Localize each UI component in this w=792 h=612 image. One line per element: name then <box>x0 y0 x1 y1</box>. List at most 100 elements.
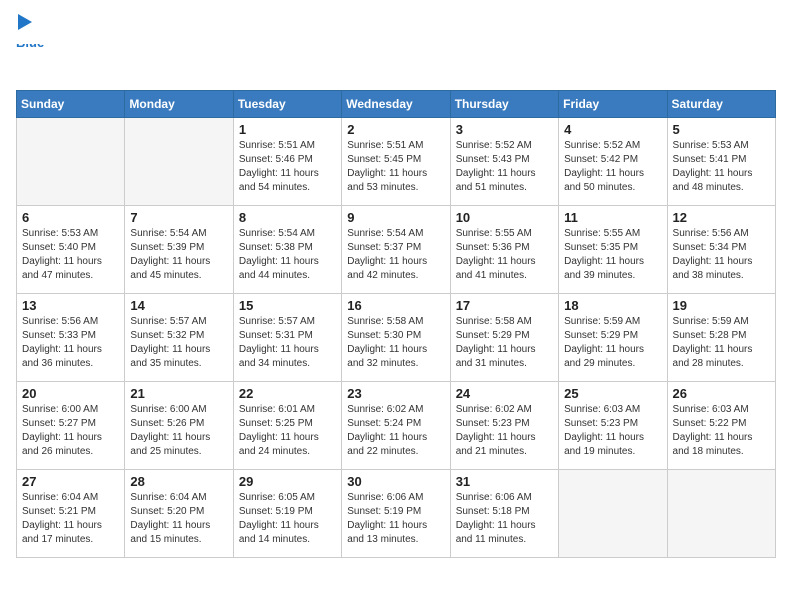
cell-info: Sunrise: 6:04 AM Sunset: 5:21 PM Dayligh… <box>22 491 119 547</box>
calendar-cell <box>559 470 667 558</box>
calendar-cell <box>667 470 775 558</box>
calendar-cell: 6Sunrise: 5:53 AM Sunset: 5:40 PM Daylig… <box>17 206 125 294</box>
day-number: 15 <box>239 298 336 313</box>
calendar-cell: 26 Sunrise: 6:03 AM Sunset: 5:22 PM Dayli… <box>667 382 775 470</box>
calendar-cell: 22Sunrise: 6:01 AM Sunset: 5:25 PM Dayli… <box>233 382 341 470</box>
cell-info: Sunrise: 5:59 AM Sunset: 5:29 PM Dayligh… <box>564 315 661 371</box>
calendar-cell: 30 Sunrise: 6:06 AM Sunset: 5:19 PM Dayli… <box>342 470 450 558</box>
day-number: 6 <box>22 210 119 225</box>
calendar-cell: 9 Sunrise: 5:54 AM Sunset: 5:37 PM Daylig… <box>342 206 450 294</box>
day-header-saturday: Saturday <box>667 91 775 118</box>
day-number: 4 <box>564 122 661 137</box>
day-number: 12 <box>673 210 770 225</box>
cell-info: Sunrise: 6:06 AM Sunset: 5:18 PM Dayligh… <box>456 491 553 547</box>
cell-info: Sunrise: 5:54 AM Sunset: 5:37 PM Dayligh… <box>347 227 444 283</box>
day-number: 18 <box>564 298 661 313</box>
calendar-cell: 29Sunrise: 6:05 AM Sunset: 5:19 PM Dayli… <box>233 470 341 558</box>
cell-info: Sunrise: 5:55 AM Sunset: 5:35 PM Dayligh… <box>564 227 661 283</box>
calendar-cell: 27 Sunrise: 6:04 AM Sunset: 5:21 PM Dayli… <box>17 470 125 558</box>
day-header-sunday: Sunday <box>17 91 125 118</box>
calendar-cell: 16 Sunrise: 5:58 AM Sunset: 5:30 PM Dayli… <box>342 294 450 382</box>
calendar-cell: 13 Sunrise: 5:56 AM Sunset: 5:33 PM Dayli… <box>17 294 125 382</box>
day-number: 10 <box>456 210 553 225</box>
cell-info: Sunrise: 5:59 AM Sunset: 5:28 PM Dayligh… <box>673 315 770 371</box>
cell-info: Sunrise: 6:01 AM Sunset: 5:25 PM Dayligh… <box>239 403 336 459</box>
cell-info: Sunrise: 6:00 AM Sunset: 5:26 PM Dayligh… <box>130 403 227 459</box>
day-header-monday: Monday <box>125 91 233 118</box>
calendar-cell: 2 Sunrise: 5:51 AM Sunset: 5:45 PM Daylig… <box>342 118 450 206</box>
day-number: 13 <box>22 298 119 313</box>
calendar-cell: 25 Sunrise: 6:03 AM Sunset: 5:23 PM Dayli… <box>559 382 667 470</box>
day-number: 29 <box>239 474 336 489</box>
calendar-cell: 8 Sunrise: 5:54 AM Sunset: 5:38 PM Daylig… <box>233 206 341 294</box>
calendar-cell: 17 Sunrise: 5:58 AM Sunset: 5:29 PM Dayli… <box>450 294 558 382</box>
day-number: 1 <box>239 122 336 137</box>
day-number: 20 <box>22 386 119 401</box>
cell-info: Sunrise: 6:00 AM Sunset: 5:27 PM Dayligh… <box>22 403 119 459</box>
calendar-cell: 28 Sunrise: 6:04 AM Sunset: 5:20 PM Dayli… <box>125 470 233 558</box>
week-row-4: 20 Sunrise: 6:00 AM Sunset: 5:27 PM Dayli… <box>17 382 776 470</box>
day-header-friday: Friday <box>559 91 667 118</box>
day-number: 30 <box>347 474 444 489</box>
calendar-cell: 31Sunrise: 6:06 AM Sunset: 5:18 PM Dayli… <box>450 470 558 558</box>
calendar-cell: 24Sunrise: 6:02 AM Sunset: 5:23 PM Dayli… <box>450 382 558 470</box>
day-number: 11 <box>564 210 661 225</box>
calendar-cell: 7 Sunrise: 5:54 AM Sunset: 5:39 PM Daylig… <box>125 206 233 294</box>
cell-info: Sunrise: 6:03 AM Sunset: 5:22 PM Dayligh… <box>673 403 770 459</box>
day-number: 7 <box>130 210 227 225</box>
cell-info: Sunrise: 6:03 AM Sunset: 5:23 PM Dayligh… <box>564 403 661 459</box>
cell-info: Sunrise: 5:58 AM Sunset: 5:30 PM Dayligh… <box>347 315 444 371</box>
cell-info: Sunrise: 5:51 AM Sunset: 5:45 PM Dayligh… <box>347 139 444 195</box>
cell-info: Sunrise: 5:56 AM Sunset: 5:33 PM Dayligh… <box>22 315 119 371</box>
day-number: 2 <box>347 122 444 137</box>
calendar-header-row: SundayMondayTuesdayWednesdayThursdayFrid… <box>17 91 776 118</box>
day-number: 28 <box>130 474 227 489</box>
day-number: 23 <box>347 386 444 401</box>
day-number: 8 <box>239 210 336 225</box>
calendar-cell: 3 Sunrise: 5:52 AM Sunset: 5:43 PM Daylig… <box>450 118 558 206</box>
calendar-cell: 20 Sunrise: 6:00 AM Sunset: 5:27 PM Dayli… <box>17 382 125 470</box>
calendar-cell: 4 Sunrise: 5:52 AM Sunset: 5:42 PM Daylig… <box>559 118 667 206</box>
cell-info: Sunrise: 5:57 AM Sunset: 5:32 PM Dayligh… <box>130 315 227 371</box>
cell-info: Sunrise: 5:51 AM Sunset: 5:46 PM Dayligh… <box>239 139 336 195</box>
cell-info: Sunrise: 5:58 AM Sunset: 5:29 PM Dayligh… <box>456 315 553 371</box>
day-number: 17 <box>456 298 553 313</box>
day-header-thursday: Thursday <box>450 91 558 118</box>
day-number: 21 <box>130 386 227 401</box>
calendar-cell: 23 Sunrise: 6:02 AM Sunset: 5:24 PM Dayli… <box>342 382 450 470</box>
day-number: 5 <box>673 122 770 137</box>
day-number: 3 <box>456 122 553 137</box>
cell-info: Sunrise: 5:57 AM Sunset: 5:31 PM Dayligh… <box>239 315 336 371</box>
calendar-cell: 14Sunrise: 5:57 AM Sunset: 5:32 PM Dayli… <box>125 294 233 382</box>
cell-info: Sunrise: 5:53 AM Sunset: 5:41 PM Dayligh… <box>673 139 770 195</box>
week-row-5: 27 Sunrise: 6:04 AM Sunset: 5:21 PM Dayli… <box>17 470 776 558</box>
cell-info: Sunrise: 5:56 AM Sunset: 5:34 PM Dayligh… <box>673 227 770 283</box>
cell-info: Sunrise: 6:06 AM Sunset: 5:19 PM Dayligh… <box>347 491 444 547</box>
day-number: 9 <box>347 210 444 225</box>
logo-container <box>16 14 34 44</box>
cell-info: Sunrise: 5:52 AM Sunset: 5:42 PM Dayligh… <box>564 139 661 195</box>
week-row-2: 6Sunrise: 5:53 AM Sunset: 5:40 PM Daylig… <box>17 206 776 294</box>
calendar-cell <box>17 118 125 206</box>
fixed-header <box>0 0 792 44</box>
calendar-cell: 12 Sunrise: 5:56 AM Sunset: 5:34 PM Dayli… <box>667 206 775 294</box>
week-row-3: 13 Sunrise: 5:56 AM Sunset: 5:33 PM Dayli… <box>17 294 776 382</box>
cell-info: Sunrise: 5:54 AM Sunset: 5:39 PM Dayligh… <box>130 227 227 283</box>
day-number: 27 <box>22 474 119 489</box>
calendar-cell <box>125 118 233 206</box>
cell-info: Sunrise: 5:52 AM Sunset: 5:43 PM Dayligh… <box>456 139 553 195</box>
day-number: 24 <box>456 386 553 401</box>
calendar-cell: 5 Sunrise: 5:53 AM Sunset: 5:41 PM Daylig… <box>667 118 775 206</box>
day-number: 25 <box>564 386 661 401</box>
day-number: 26 <box>673 386 770 401</box>
cell-info: Sunrise: 5:54 AM Sunset: 5:38 PM Dayligh… <box>239 227 336 283</box>
cell-info: Sunrise: 6:02 AM Sunset: 5:24 PM Dayligh… <box>347 403 444 459</box>
calendar-cell: 18 Sunrise: 5:59 AM Sunset: 5:29 PM Dayli… <box>559 294 667 382</box>
day-number: 19 <box>673 298 770 313</box>
calendar-table: SundayMondayTuesdayWednesdayThursdayFrid… <box>16 90 776 558</box>
day-number: 16 <box>347 298 444 313</box>
week-row-1: 1 Sunrise: 5:51 AM Sunset: 5:46 PM Daylig… <box>17 118 776 206</box>
cell-info: Sunrise: 6:04 AM Sunset: 5:20 PM Dayligh… <box>130 491 227 547</box>
logo-flag-icon <box>16 14 32 44</box>
calendar-cell: 11 Sunrise: 5:55 AM Sunset: 5:35 PM Dayli… <box>559 206 667 294</box>
